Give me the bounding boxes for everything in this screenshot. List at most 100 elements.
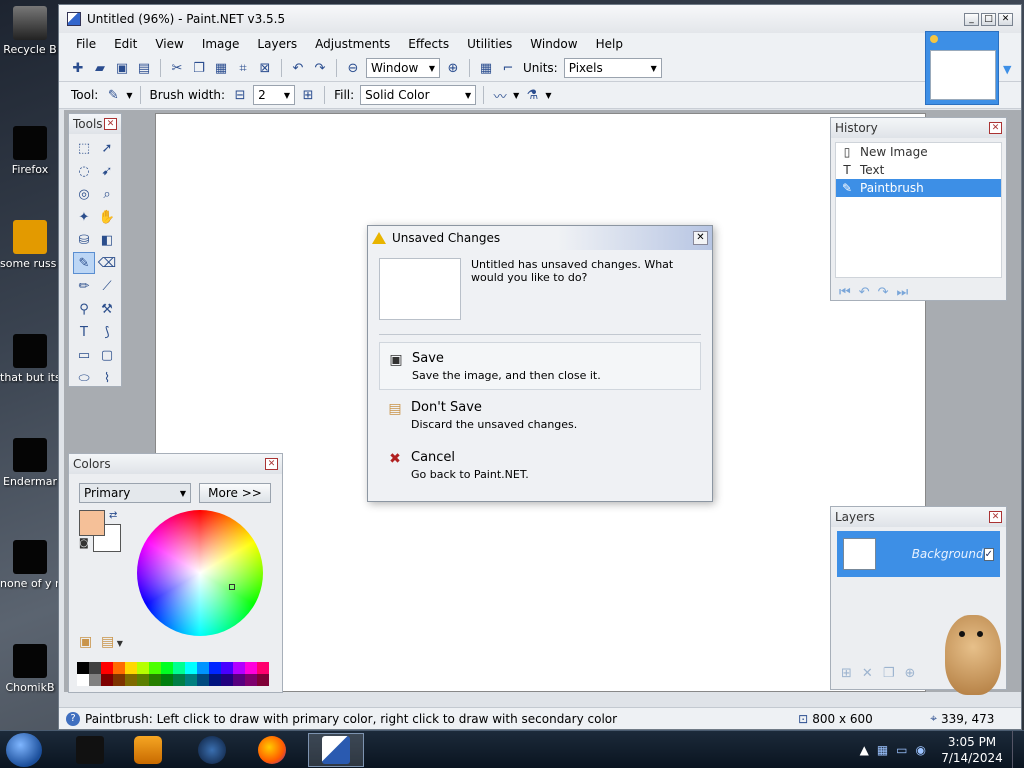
desktop-icon-firefox[interactable]: Firefox <box>0 126 60 176</box>
ellipse-tool-icon[interactable]: ⬭ <box>73 367 95 389</box>
menu-layers[interactable]: Layers <box>248 37 306 51</box>
new-icon[interactable]: ✚ <box>69 59 87 77</box>
add-layer-icon[interactable]: ⊞ <box>841 666 852 681</box>
start-button[interactable] <box>6 733 42 767</box>
undo-icon[interactable]: ↶ <box>859 285 870 300</box>
maximize-button[interactable]: □ <box>981 12 996 26</box>
palette-swatch[interactable] <box>77 662 89 674</box>
units-select[interactable]: Pixels ▼ <box>563 58 662 78</box>
palette-swatch[interactable] <box>113 662 125 674</box>
palette-swatch[interactable] <box>137 662 149 674</box>
palette-swatch[interactable] <box>197 662 209 674</box>
deselect-icon[interactable]: ⊠ <box>256 59 274 77</box>
desktop-icon-chomik[interactable]: ChomikB <box>0 644 60 694</box>
palette-swatch[interactable] <box>89 662 101 674</box>
palette-swatch[interactable] <box>161 674 173 686</box>
palette-swatch[interactable] <box>125 674 137 686</box>
network-icon[interactable]: ▦ <box>877 743 888 757</box>
desktop-icon-file-3[interactable]: Endermar <box>0 438 60 488</box>
save-option-button[interactable]: ▣ Save Save the image, and then close it… <box>379 342 701 390</box>
show-hidden-icons-icon[interactable]: ▲ <box>860 743 869 757</box>
color-mode-select[interactable]: Primary ▼ <box>79 483 191 503</box>
cancel-option-button[interactable]: ✖ Cancel Go back to Paint.NET. <box>379 442 701 490</box>
color-wheel[interactable] <box>137 510 263 636</box>
zoom-out-icon[interactable]: ⊖ <box>344 59 362 77</box>
palette-swatch[interactable] <box>233 662 245 674</box>
cut-icon[interactable]: ✂ <box>168 59 186 77</box>
menu-image[interactable]: Image <box>193 37 249 51</box>
increase-icon[interactable]: ⊞ <box>299 86 317 104</box>
rounded-rectangle-tool-icon[interactable]: ▢ <box>96 344 118 366</box>
volume-icon[interactable]: ◉ <box>916 743 926 757</box>
dont-save-option-button[interactable]: ▤ Don't Save Discard the unsaved changes… <box>379 392 701 440</box>
close-icon[interactable]: ✕ <box>265 458 278 470</box>
redo-icon[interactable]: ↷ <box>311 59 329 77</box>
palette-menu-icon[interactable]: ▤ ▼ <box>101 634 123 650</box>
decrease-icon[interactable]: ⊟ <box>231 86 249 104</box>
palette-swatch[interactable] <box>173 662 185 674</box>
palette-swatch[interactable] <box>221 662 233 674</box>
swap-colors-icon[interactable]: ⇄ <box>109 510 117 521</box>
palette-swatch[interactable] <box>185 674 197 686</box>
history-item[interactable]: ✎ Paintbrush <box>836 179 1001 197</box>
eraser-tool-icon[interactable]: ⌫ <box>96 252 118 274</box>
menu-help[interactable]: Help <box>587 37 632 51</box>
title-bar[interactable]: Untitled (96%) - Paint.NET v3.5.5 _ □ ✕ <box>59 5 1021 33</box>
add-color-icon[interactable]: ▣ <box>79 634 92 650</box>
magic-wand-tool-icon[interactable]: ✦ <box>73 206 95 228</box>
grid-icon[interactable]: ▦ <box>477 59 495 77</box>
palette-swatch[interactable] <box>245 674 257 686</box>
paintbrush-tool-icon[interactable]: ✎ <box>104 86 122 104</box>
zoom-tool-icon[interactable]: ⌕ <box>96 183 118 205</box>
blend-mode-icon[interactable]: ⚗ <box>523 86 541 104</box>
menu-adjustments[interactable]: Adjustments <box>306 37 399 51</box>
delete-layer-icon[interactable]: ✕ <box>862 666 873 681</box>
menu-file[interactable]: File <box>67 37 105 51</box>
menu-utilities[interactable]: Utilities <box>458 37 521 51</box>
palette-swatch[interactable] <box>149 662 161 674</box>
menu-window[interactable]: Window <box>521 37 586 51</box>
redo-icon[interactable]: ↷ <box>878 285 889 300</box>
palette-swatch[interactable] <box>197 674 209 686</box>
recolor-tool-icon[interactable]: ⚒ <box>96 298 118 320</box>
palette-swatch[interactable] <box>125 662 137 674</box>
pan-tool-icon[interactable]: ✋ <box>96 206 118 228</box>
zoom-select[interactable]: Window ▼ <box>366 58 440 78</box>
close-button[interactable]: ✕ <box>998 12 1013 26</box>
desktop-icon-file-1[interactable]: some russ ran a ra <box>0 220 60 270</box>
layer-item[interactable]: Background ✓ <box>837 531 1000 577</box>
gradient-tool-icon[interactable]: ◧ <box>96 229 118 251</box>
layer-visibility-checkbox[interactable]: ✓ <box>983 547 994 561</box>
paint-bucket-tool-icon[interactable]: ⛁ <box>73 229 95 251</box>
minimize-button[interactable]: _ <box>964 12 979 26</box>
desktop-icon-recycle-bin[interactable]: Recycle B <box>0 6 60 56</box>
palette-swatch[interactable] <box>113 674 125 686</box>
palette-swatch[interactable] <box>209 674 221 686</box>
palette-swatch[interactable] <box>245 662 257 674</box>
crop-icon[interactable]: ⌗ <box>234 59 252 77</box>
palette-swatch[interactable] <box>173 674 185 686</box>
palette-swatch[interactable] <box>233 674 245 686</box>
menu-edit[interactable]: Edit <box>105 37 146 51</box>
fast-forward-icon[interactable]: ⏭ <box>897 285 909 300</box>
palette-swatch[interactable] <box>221 674 233 686</box>
antialiasing-icon[interactable]: 〰 <box>491 86 509 105</box>
desktop-icon-file-4[interactable]: none of y retards kn <box>0 540 60 590</box>
palette-swatch[interactable] <box>185 662 197 674</box>
palette-swatch[interactable] <box>257 662 269 674</box>
monitor-icon[interactable]: ▭ <box>896 743 907 757</box>
reset-colors-icon[interactable]: ◙ <box>79 538 89 549</box>
taskbar-app-1[interactable] <box>62 733 118 767</box>
ellipse-select-tool-icon[interactable]: ◎ <box>73 183 95 205</box>
palette-swatch[interactable] <box>101 662 113 674</box>
palette-swatch[interactable] <box>101 674 113 686</box>
palette-swatch[interactable] <box>89 674 101 686</box>
close-icon[interactable]: ✕ <box>693 231 708 245</box>
palette-swatch[interactable] <box>137 674 149 686</box>
taskbar-app-3[interactable] <box>184 733 240 767</box>
primary-color-swatch[interactable] <box>79 510 105 536</box>
thumbnail-menu-icon[interactable]: ▼ <box>1003 63 1011 76</box>
pencil-tool-icon[interactable]: ✏ <box>73 275 95 297</box>
history-item[interactable]: ▯ New Image <box>836 143 1001 161</box>
rectangle-tool-icon[interactable]: ▭ <box>73 344 95 366</box>
